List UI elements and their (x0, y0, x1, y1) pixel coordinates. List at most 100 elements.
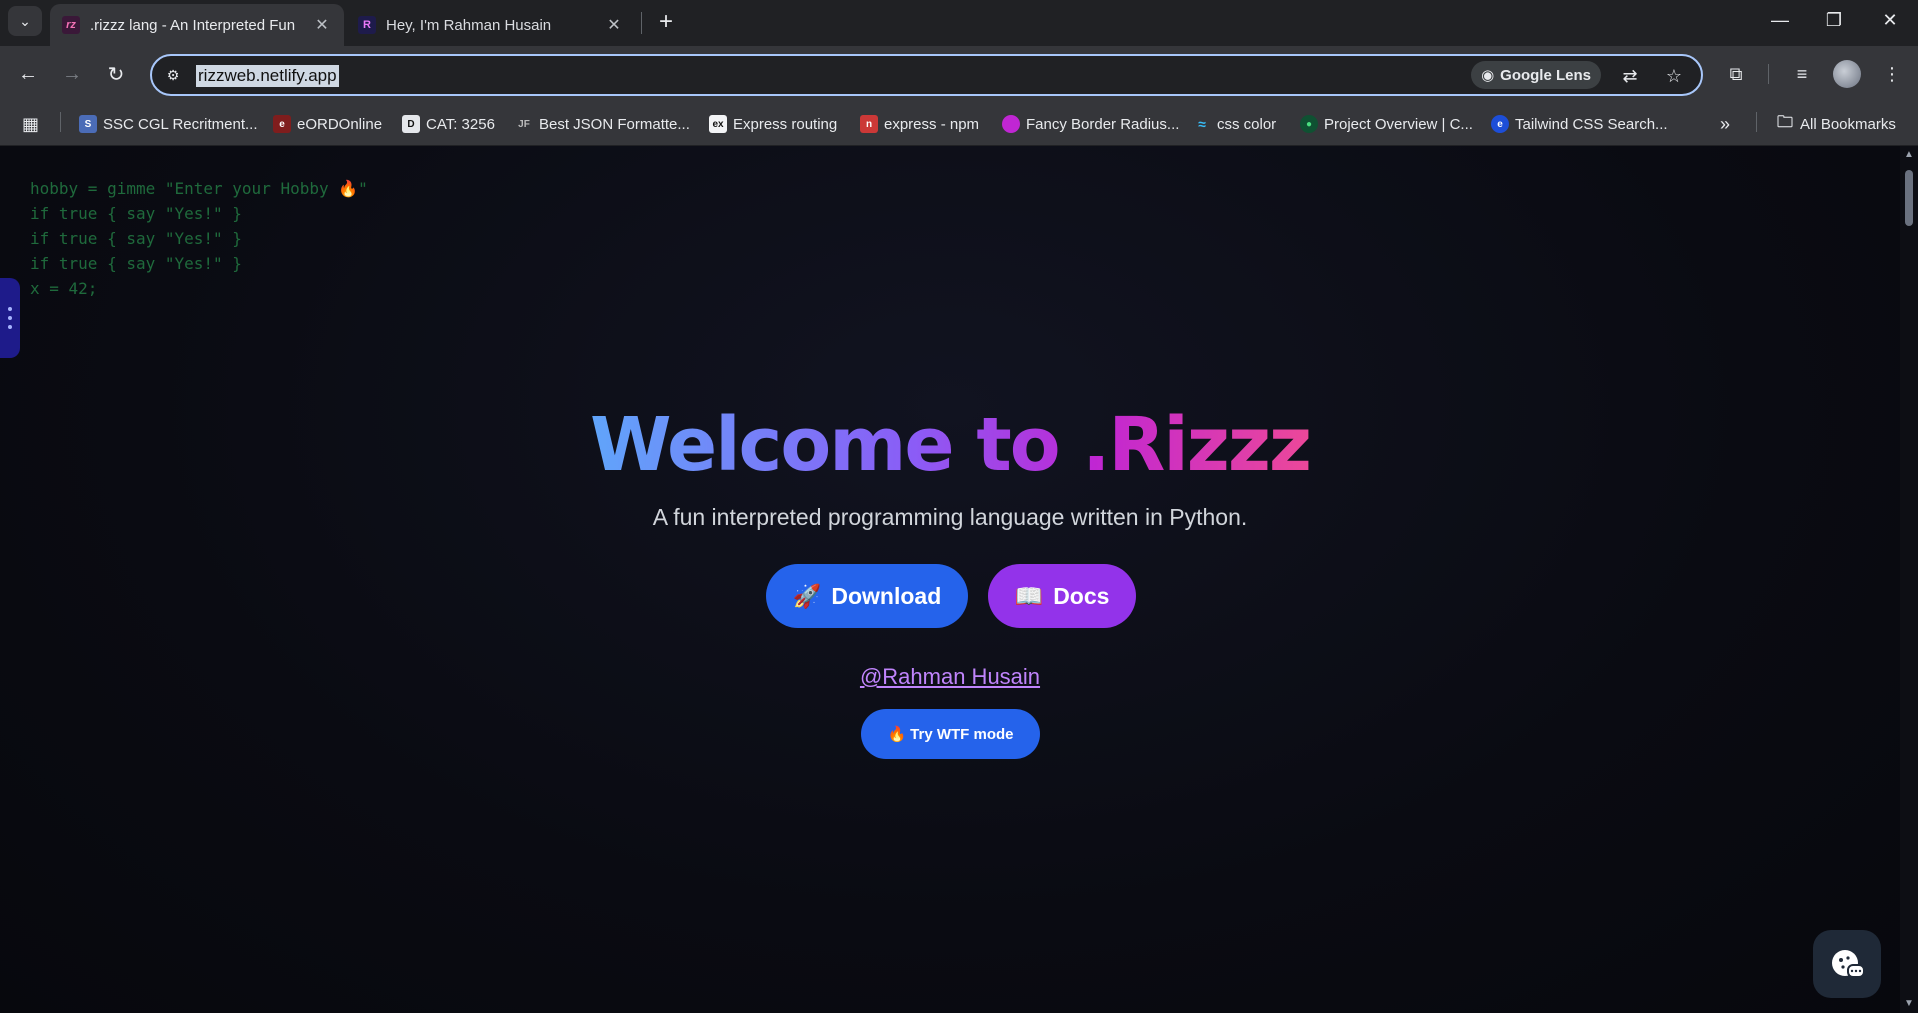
author-link[interactable]: @Rahman Husain (0, 664, 1900, 690)
hero-title: Welcome to .Rizzz (0, 402, 1900, 488)
download-button[interactable]: 🚀 Download (766, 564, 968, 628)
code-line: hobby = gimme "Enter your Hobby 🔥" (30, 179, 368, 198)
code-line: if true { say "Yes!" } (30, 254, 242, 273)
bookmark-label: Tailwind CSS Search... (1515, 115, 1668, 133)
scroll-down-icon[interactable]: ▼ (1904, 999, 1914, 1009)
lens-icon: ◉ (1481, 67, 1495, 84)
bookmark-label: express - npm (884, 115, 980, 133)
apps-grid-icon[interactable]: ▦ (22, 112, 39, 136)
bookmark-label: Express routing (733, 115, 838, 133)
tailwind-favicon-icon: ≈ (1198, 116, 1206, 132)
page-scrollbar[interactable]: ▲ ▼ (1900, 146, 1918, 1013)
scroll-up-icon[interactable]: ▲ (1904, 150, 1914, 160)
side-panel-handle[interactable] (0, 278, 20, 358)
chat-cookie-icon (1832, 950, 1865, 978)
jsonformatter-favicon-icon: JF (515, 115, 533, 133)
edge-favicon-icon: e (1491, 115, 1509, 133)
book-icon: 📖 (1014, 582, 1044, 609)
bookmark-label: Project Overview | C... (1324, 115, 1473, 133)
arrow-left-icon: ← (18, 62, 38, 85)
bookmark-item[interactable]: S SSC CGL Recritment... (79, 112, 257, 136)
bookmark-item[interactable]: JF Best JSON Formatte... (515, 112, 690, 136)
bookmark-item[interactable]: e eORDOnline (273, 112, 382, 136)
bookmarks-divider (60, 112, 61, 132)
bookmark-label: Fancy Border Radius... (1026, 115, 1180, 133)
close-window-button[interactable]: ✕ (1862, 0, 1918, 40)
bookmark-item[interactable]: ex Express routing (709, 112, 837, 136)
site-settings-icon[interactable]: ⚙ (162, 64, 184, 86)
docs-button[interactable]: 📖 Docs (988, 564, 1136, 628)
bookmark-label: Best JSON Formatte... (539, 115, 690, 133)
bookmark-star-icon[interactable]: ☆ (1661, 63, 1687, 89)
arrow-right-icon: → (62, 62, 82, 85)
close-icon[interactable]: ✕ (312, 15, 332, 35)
docs-label: Docs (1053, 582, 1110, 609)
scroll-thumb[interactable] (1905, 170, 1913, 226)
fancy-border-favicon-icon (1002, 115, 1020, 133)
bookmark-item[interactable]: e Tailwind CSS Search... (1491, 112, 1668, 136)
tab-search-button[interactable]: ⌄ (8, 6, 42, 36)
google-lens-button[interactable]: ◉ Google Lens (1471, 61, 1601, 89)
rizz-favicon-icon: rz (62, 16, 80, 34)
code-line: if true { say "Yes!" } (30, 229, 242, 248)
reload-button[interactable]: ↻ (100, 58, 132, 90)
more-bookmarks-icon[interactable]: » (1720, 112, 1730, 136)
bookmarks-divider (1756, 112, 1757, 132)
cat-favicon-icon: D (402, 115, 420, 133)
download-label: Download (831, 582, 942, 609)
translate-icon[interactable]: ⇄ (1617, 63, 1643, 89)
wtf-label: Try WTF mode (910, 725, 1014, 743)
url-text[interactable]: rizzweb.netlify.app (196, 65, 339, 87)
extensions-icon[interactable]: ⧉ (1720, 58, 1752, 90)
folder-icon: 🗀 (1776, 113, 1793, 131)
try-wtf-mode-button[interactable]: 🔥 Try WTF mode (861, 709, 1040, 759)
reload-icon: ↻ (107, 63, 125, 86)
menu-kebab-icon[interactable]: ⋮ (1876, 58, 1908, 90)
tab-rizzz-lang[interactable]: rz .rizzz lang - An Interpreted Fun ✕ (50, 4, 344, 46)
rocket-icon: 🚀 (792, 582, 822, 609)
npm-favicon-icon: n (860, 115, 878, 133)
ssc-favicon-icon: S (79, 115, 97, 133)
bookmark-item[interactable]: n express - npm (860, 112, 979, 136)
bookmark-label: SSC CGL Recritment... (103, 115, 258, 133)
address-bar[interactable]: ⚙ rizzweb.netlify.app ◉ Google Lens ⇄ ☆ (150, 54, 1703, 96)
express-favicon-icon: ex (709, 115, 727, 133)
media-controls-icon[interactable]: ≡ (1786, 58, 1818, 90)
bookmark-item[interactable]: ● Project Overview | C... (1300, 112, 1473, 136)
page-content: hobby = gimme "Enter your Hobby 🔥" if tr… (0, 146, 1900, 1013)
bookmark-item[interactable]: D CAT: 3256 (402, 112, 495, 136)
code-snippet: hobby = gimme "Enter your Hobby 🔥" if tr… (30, 176, 368, 301)
tab-title: .rizzz lang - An Interpreted Fun (90, 16, 296, 34)
minimize-button[interactable]: — (1752, 0, 1808, 40)
bookmarks-bar: ▦ S SSC CGL Recritment... e eORDOnline D… (0, 102, 1918, 146)
hero-title-text: Welcome to .Rizzz (590, 402, 1312, 488)
mongodb-favicon-icon: ● (1300, 115, 1318, 133)
back-button[interactable]: ← (12, 58, 44, 90)
profile-avatar[interactable] (1833, 60, 1861, 88)
bookmark-label: CAT: 3256 (426, 115, 495, 133)
code-line: if true { say "Yes!" } (30, 204, 242, 223)
bookmark-item[interactable]: ≈ css color (1193, 112, 1276, 136)
hero-subtitle: A fun interpreted programming language w… (652, 504, 1248, 530)
bookmark-item[interactable]: Fancy Border Radius... (1002, 112, 1179, 136)
toolbar: ← → ↻ ⚙ rizzweb.netlify.app ◉ Google Len… (0, 46, 1918, 102)
tab-title: Hey, I'm Rahman Husain (386, 16, 552, 34)
chevron-down-icon: ⌄ (19, 12, 31, 29)
eord-favicon-icon: e (273, 115, 291, 133)
toolbar-divider (1768, 64, 1769, 84)
lens-label: Google Lens (1500, 66, 1591, 84)
r-favicon-icon: R (358, 16, 376, 34)
forward-button[interactable]: → (56, 58, 88, 90)
tab-strip: ⌄ rz .rizzz lang - An Interpreted Fun ✕ … (0, 0, 1918, 46)
tab-rahman-husain[interactable]: R Hey, I'm Rahman Husain ✕ (346, 4, 636, 46)
close-icon[interactable]: ✕ (604, 15, 624, 35)
restore-button[interactable]: ❐ (1806, 0, 1862, 40)
bookmark-label: css color (1217, 115, 1277, 133)
bookmark-label: eORDOnline (297, 115, 383, 133)
all-bookmarks-label: All Bookmarks (1800, 115, 1896, 133)
fire-icon: 🔥 (887, 726, 907, 743)
new-tab-button[interactable]: + (651, 8, 681, 38)
chatbot-button[interactable] (1813, 930, 1881, 998)
tab-divider (641, 12, 642, 34)
all-bookmarks-button[interactable]: 🗀 All Bookmarks (1776, 112, 1896, 136)
